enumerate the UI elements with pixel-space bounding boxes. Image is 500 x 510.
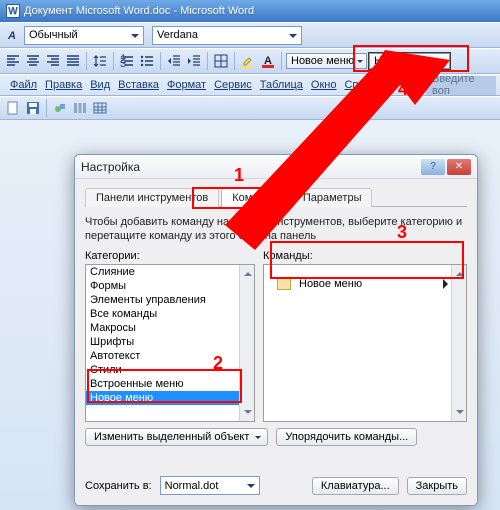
menu-bar: Файл Правка Вид Вставка Формат Сервис Та…	[0, 74, 500, 96]
list-item[interactable]: Макросы	[86, 321, 254, 335]
annotation-number-2: 2	[213, 353, 223, 374]
customize-dialog: Настройка ? ✕ Панели инструментов Команд…	[74, 154, 478, 506]
save-in-label: Сохранить в:	[85, 480, 152, 492]
menu-view[interactable]: Вид	[90, 79, 110, 91]
separator	[207, 52, 208, 70]
commands-listbox[interactable]: Новое меню	[263, 264, 467, 422]
formatting-toolbar-1: A Обычный Verdana	[0, 22, 500, 48]
separator	[234, 52, 235, 70]
menu-insert[interactable]: Вставка	[118, 79, 159, 91]
dialog-help-button[interactable]: ?	[421, 159, 445, 175]
menu-help[interactable]: Справка	[344, 79, 387, 91]
annotation-number-1: 1	[234, 165, 244, 186]
align-left-icon[interactable]	[4, 52, 22, 70]
close-button[interactable]: Закрыть	[407, 477, 467, 495]
font-combo[interactable]: Verdana	[152, 26, 302, 45]
dialog-close-button[interactable]: ✕	[447, 159, 471, 175]
svg-text:A: A	[7, 30, 16, 42]
decrease-indent-icon[interactable]	[165, 52, 183, 70]
annotation-number-4: 4	[398, 79, 408, 100]
annotation-number-3: 3	[397, 222, 407, 243]
list-item[interactable]: Шрифты	[86, 335, 254, 349]
new-doc-icon[interactable]	[4, 99, 22, 117]
svg-text:3: 3	[120, 58, 126, 68]
align-center-icon[interactable]	[24, 52, 42, 70]
list-item[interactable]: Автотекст	[86, 349, 254, 363]
menu-tools[interactable]: Сервис	[214, 79, 252, 91]
separator	[46, 99, 47, 117]
menu-format[interactable]: Формат	[167, 79, 206, 91]
categories-listbox[interactable]: Слияние Формы Элементы управления Все ко…	[85, 264, 255, 422]
scrollbar[interactable]	[239, 265, 254, 421]
new-menu-button-1[interactable]: Новое меню	[286, 53, 367, 69]
dialog-body: Панели инструментов Команды Параметры Чт…	[75, 179, 477, 452]
titlebar-text: Документ Microsoft Word.doc - Microsoft …	[24, 5, 254, 17]
categories-label: Категории:	[85, 250, 255, 262]
change-selected-dropdown[interactable]: Изменить выделенный объект	[85, 428, 268, 446]
dialog-tabs: Панели инструментов Команды Параметры	[85, 187, 467, 207]
save-in-combo[interactable]: Normal.dot	[160, 476, 260, 495]
list-item[interactable]: Стили	[86, 363, 254, 377]
new-menu-button-2[interactable]: Новое меню	[369, 53, 450, 69]
tab-options[interactable]: Параметры	[292, 188, 373, 207]
list-item-selected[interactable]: Новое меню	[86, 391, 254, 405]
drawing-icon[interactable]	[51, 99, 69, 117]
ask-question-box[interactable]: Введите воп	[426, 76, 496, 95]
separator	[86, 52, 87, 70]
columns-icon[interactable]	[71, 99, 89, 117]
borders-icon[interactable]	[212, 52, 230, 70]
titlebar: W Документ Microsoft Word.doc - Microsof…	[0, 0, 500, 22]
list-item[interactable]: Элементы управления	[86, 293, 254, 307]
menu-window[interactable]: Окно	[311, 79, 337, 91]
list-item[interactable]: Все команды	[86, 307, 254, 321]
menu-edit[interactable]: Правка	[45, 79, 82, 91]
commands-label: Команды:	[263, 250, 467, 262]
formatting-toolbar-2: 123 A Новое меню Новое меню	[0, 48, 500, 74]
style-combo[interactable]: Обычный	[24, 26, 144, 45]
menu-table[interactable]: Таблица	[260, 79, 303, 91]
list-item[interactable]: Слияние	[86, 265, 254, 279]
tab-toolbars[interactable]: Панели инструментов	[85, 188, 219, 207]
dialog-title: Настройка	[81, 160, 419, 174]
table-icon[interactable]	[91, 99, 109, 117]
separator	[281, 52, 282, 70]
word-doc-icon: W	[6, 4, 20, 18]
save-icon[interactable]	[24, 99, 42, 117]
drag-command-label: Новое меню	[299, 278, 362, 290]
dialog-titlebar[interactable]: Настройка ? ✕	[75, 155, 477, 179]
increase-indent-icon[interactable]	[185, 52, 203, 70]
standard-toolbar	[0, 96, 500, 120]
keyboard-button[interactable]: Клавиатура...	[312, 477, 399, 495]
list-item[interactable]: Формы	[86, 279, 254, 293]
list-item[interactable]: Встроенные меню	[86, 377, 254, 391]
dialog-description: Чтобы добавить команду на панель инструм…	[85, 215, 467, 244]
style-prefix-icon[interactable]: A	[4, 26, 22, 44]
separator	[160, 52, 161, 70]
line-spacing-icon[interactable]	[91, 52, 109, 70]
bulleted-list-icon[interactable]	[138, 52, 156, 70]
font-color-icon[interactable]: A	[259, 52, 277, 70]
reorder-commands-button[interactable]: Упорядочить команды...	[276, 428, 417, 446]
drag-command-item[interactable]: Новое меню	[268, 271, 462, 297]
menu-folder-icon	[277, 278, 291, 290]
menu-file[interactable]: Файл	[10, 79, 37, 91]
numbered-list-icon[interactable]: 123	[118, 52, 136, 70]
dialog-footer: Сохранить в: Normal.dot Клавиатура... За…	[85, 476, 467, 495]
separator	[113, 52, 114, 70]
tab-commands[interactable]: Команды	[221, 188, 290, 207]
highlight-icon[interactable]	[239, 52, 257, 70]
align-justify-icon[interactable]	[64, 52, 82, 70]
align-right-icon[interactable]	[44, 52, 62, 70]
scrollbar[interactable]	[451, 265, 466, 421]
